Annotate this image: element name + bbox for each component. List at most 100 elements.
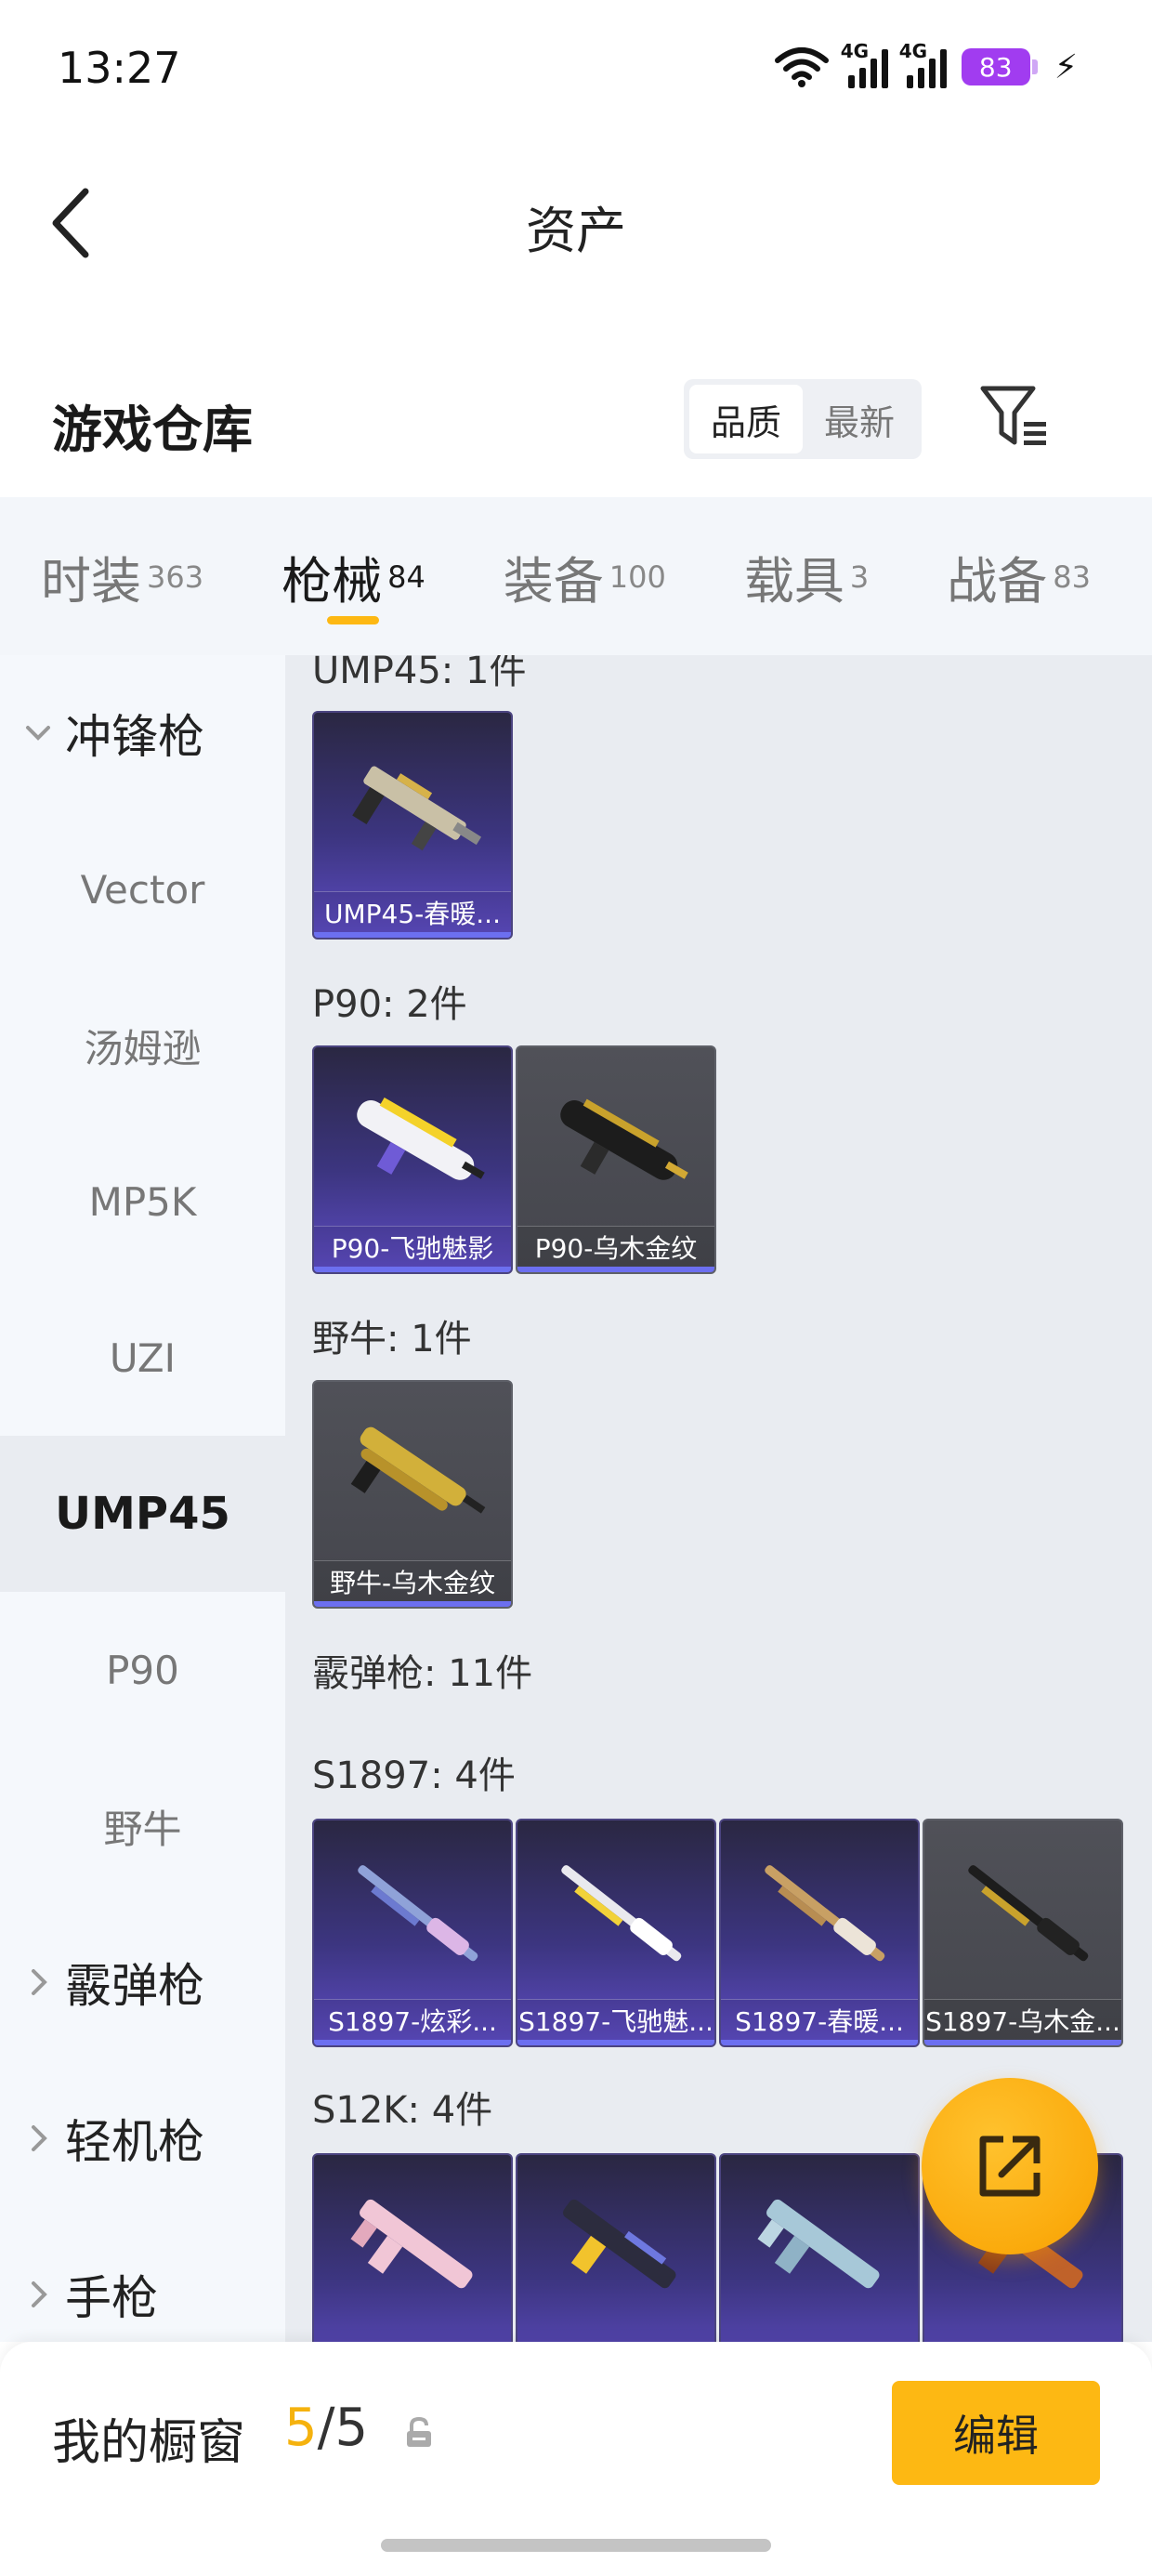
status-time: 13:27	[58, 43, 181, 93]
sidebar-item-p90[interactable]: P90	[0, 1592, 285, 1748]
rarity-bar	[314, 1601, 511, 1607]
section-title-s12k: S12K: 4件	[312, 2089, 493, 2132]
sidebar-group-lmg[interactable]: 轻机枪	[0, 2060, 285, 2216]
sort-option-quality[interactable]: 品质	[689, 385, 803, 453]
skin-name: P90-乌木金纹	[517, 1226, 714, 1267]
warehouse-title: 游戏仓库	[52, 401, 253, 459]
signal-icon: 4G	[899, 40, 947, 88]
rarity-bar	[517, 1267, 714, 1272]
gun-icon	[358, 1865, 478, 1962]
skin-name: S1897-春暖...	[721, 1999, 918, 2040]
status-icons: 4G 4G 83 ⚡	[774, 40, 1078, 93]
gun-icon	[765, 1865, 885, 1962]
tab-fashion[interactable]: 时装 363	[41, 497, 203, 613]
skin-card[interactable]: 野牛-乌木金纹	[312, 1380, 513, 1609]
rarity-bar	[314, 2040, 511, 2045]
tab-label: 时装	[41, 552, 141, 611]
active-tab-indicator	[327, 616, 380, 624]
chevron-right-icon	[32, 2281, 47, 2307]
skin-card[interactable]: S1897-炫彩...	[312, 1819, 513, 2047]
tab-count: 3	[849, 559, 870, 595]
sidebar-item-uzi[interactable]: UZI	[0, 1280, 285, 1436]
section-title-bizon: 野牛: 1件	[312, 1318, 472, 1360]
tab-label: 装备	[503, 552, 604, 611]
chevron-right-icon	[32, 2125, 47, 2151]
gun-icon	[563, 2199, 676, 2289]
rarity-bar	[517, 2040, 714, 2045]
sidebar-item-ump45[interactable]: UMP45	[0, 1436, 285, 1592]
skin-card[interactable]	[516, 2153, 716, 2342]
tab-label: 战备	[947, 552, 1048, 611]
sort-option-latest[interactable]: 最新	[803, 385, 916, 453]
sidebar-item-mp5k[interactable]: MP5K	[0, 1124, 285, 1280]
skin-name: P90-飞驰魅影	[314, 1226, 511, 1267]
top-bar: 资产	[0, 139, 1152, 297]
gun-icon	[350, 1426, 486, 1514]
share-export-icon	[979, 2136, 1041, 2197]
skin-name: 野牛-乌木金纹	[314, 1560, 511, 1601]
home-indicator[interactable]	[381, 2539, 771, 2552]
rarity-bar	[924, 2040, 1121, 2045]
skin-card[interactable]: S1897-春暖...	[719, 1819, 920, 2047]
gun-icon	[561, 1865, 682, 1962]
battery-icon: 83	[961, 48, 1038, 85]
section-title-s1897: S1897: 4件	[312, 1755, 516, 1797]
skin-name: S1897-炫彩...	[314, 1999, 511, 2040]
gun-icon	[350, 2199, 473, 2289]
category-tabs: 时装 363 枪械 84 装备 100 载具 3 战备 83	[0, 497, 1152, 655]
showcase-count: 5/5	[284, 2398, 368, 2458]
filter-icon[interactable]	[979, 385, 1050, 450]
sort-toggle: 品质 最新	[684, 379, 922, 459]
tab-label: 载具	[743, 552, 844, 611]
sidebar-group-label: 手枪	[65, 2271, 158, 2325]
showcase-current: 5	[284, 2398, 318, 2458]
sidebar-item-vector[interactable]: Vector	[0, 811, 285, 967]
sidebar-group-smg[interactable]: 冲锋枪	[0, 655, 285, 811]
sidebar-group-label: 轻机枪	[65, 2115, 204, 2169]
sidebar-group-shotgun[interactable]: 霰弹枪	[0, 1904, 285, 2060]
tab-supplies[interactable]: 战备 83	[947, 497, 1091, 613]
tab-count: 100	[609, 559, 666, 595]
gun-icon	[757, 2199, 880, 2289]
skin-card[interactable]: P90-乌木金纹	[516, 1045, 716, 1274]
network-type-label: 4G	[898, 40, 928, 62]
chevron-right-icon	[32, 1969, 47, 1995]
skin-card[interactable]: S1897-乌木金...	[923, 1819, 1123, 2047]
tab-count: 83	[1053, 559, 1091, 595]
skin-name: S1897-乌木金...	[924, 1999, 1121, 2040]
battery-level: 83	[978, 51, 1013, 83]
tab-vehicles[interactable]: 载具 3	[744, 497, 869, 613]
page-title: 资产	[526, 202, 626, 260]
gun-icon	[352, 766, 482, 851]
rarity-bar	[314, 932, 511, 938]
wifi-icon	[774, 47, 829, 87]
tab-equipment[interactable]: 装备 100	[504, 497, 666, 613]
skin-card[interactable]	[719, 2153, 920, 2342]
sidebar-group-label: 冲锋枪	[65, 710, 204, 764]
share-button[interactable]	[922, 2078, 1098, 2254]
skin-card[interactable]	[312, 2153, 513, 2342]
status-bar: 13:27 4G 4G 83 ⚡	[0, 0, 1152, 139]
sidebar-item-thompson[interactable]: 汤姆逊	[0, 967, 285, 1124]
sidebar-group-pistol[interactable]: 手枪	[0, 2216, 285, 2342]
network-type-label: 4G	[840, 40, 870, 62]
signal-icon: 4G	[841, 40, 888, 88]
tab-count: 363	[147, 559, 204, 595]
skin-card[interactable]: S1897-飞驰魅...	[516, 1819, 716, 2047]
lock-icon	[407, 2416, 431, 2447]
rarity-bar	[721, 2040, 918, 2045]
weapon-type-sidebar: 冲锋枪 Vector 汤姆逊 MP5K UZI UMP45 P90 野牛 霰弹枪…	[0, 655, 285, 2342]
sidebar-group-label: 霰弹枪	[65, 1959, 204, 2013]
tab-guns[interactable]: 枪械 84	[281, 497, 425, 624]
gun-icon	[560, 1098, 688, 1180]
skin-name: UMP45-春暖...	[314, 891, 511, 932]
skin-card[interactable]: P90-飞驰魅影	[312, 1045, 513, 1274]
chevron-down-icon	[26, 726, 50, 741]
sidebar-item-bizon[interactable]: 野牛	[0, 1748, 285, 1904]
tab-label: 枪械	[281, 552, 383, 611]
gun-icon	[357, 1097, 485, 1180]
edit-button[interactable]: 编辑	[892, 2381, 1100, 2485]
skin-card[interactable]: UMP45-春暖...	[312, 711, 513, 940]
showcase-label: 我的橱窗	[52, 2415, 246, 2471]
showcase-total: /5	[317, 2398, 369, 2458]
